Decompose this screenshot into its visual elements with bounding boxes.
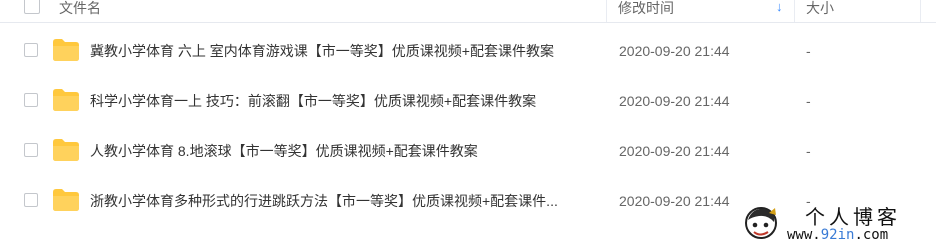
column-divider[interactable]: [920, 0, 921, 22]
file-row[interactable]: 浙教小学体育多种形式的行进跳跃方法【市一等奖】优质课视频+配套课件... 2020…: [0, 176, 936, 226]
column-divider[interactable]: [606, 0, 607, 22]
watermark-url-accent: 92in: [820, 227, 855, 243]
file-name[interactable]: 浙教小学体育多种形式的行进跳跃方法【市一等奖】优质课视频+配套课件...: [90, 192, 558, 210]
column-divider[interactable]: [794, 0, 795, 22]
row-checkbox[interactable]: [24, 43, 38, 57]
file-row[interactable]: 科学小学体育一上 技巧：前滚翻【市一等奖】优质课视频+配套课件教案 2020-09…: [0, 76, 936, 126]
file-name[interactable]: 冀教小学体育 六上 室内体育游戏课【市一等奖】优质课视频+配套课件教案: [90, 42, 554, 60]
file-name[interactable]: 科学小学体育一上 技巧：前滚翻【市一等奖】优质课视频+配套课件教案: [90, 92, 536, 110]
file-size: -: [806, 93, 811, 109]
file-size: -: [806, 143, 811, 159]
watermark-url-prefix: www.: [787, 227, 821, 243]
watermark-url-suffix: .com: [854, 227, 889, 243]
row-checkbox[interactable]: [24, 93, 38, 107]
folder-icon[interactable]: [53, 39, 79, 61]
file-modified-time: 2020-09-20 21:44: [619, 193, 730, 209]
watermark-logo: [742, 204, 780, 242]
file-name[interactable]: 人教小学体育 8.地滚球【市一等奖】优质课视频+配套课件教案: [90, 142, 478, 160]
file-modified-time: 2020-09-20 21:44: [619, 43, 730, 59]
folder-icon[interactable]: [53, 89, 79, 111]
row-checkbox[interactable]: [24, 193, 38, 207]
row-checkbox[interactable]: [24, 143, 38, 157]
watermark-title: 个人博客: [805, 205, 901, 229]
select-all-checkbox[interactable]: [24, 0, 40, 14]
column-header-modified[interactable]: 修改时间: [618, 0, 674, 22]
file-row[interactable]: 冀教小学体育 六上 室内体育游戏课【市一等奖】优质课视频+配套课件教案 2020-…: [0, 26, 936, 76]
column-header-name[interactable]: 文件名: [59, 0, 101, 22]
folder-icon[interactable]: [53, 189, 79, 211]
file-modified-time: 2020-09-20 21:44: [619, 93, 730, 109]
file-row[interactable]: 人教小学体育 8.地滚球【市一等奖】优质课视频+配套课件教案 2020-09-20…: [0, 126, 936, 176]
arrow-down-icon[interactable]: ↓: [776, 0, 783, 14]
folder-icon[interactable]: [53, 139, 79, 161]
column-header-size[interactable]: 大小: [806, 0, 834, 22]
file-list-header: 文件名 修改时间 ↓ 大小: [0, 0, 936, 23]
file-modified-time: 2020-09-20 21:44: [619, 143, 730, 159]
watermark-url: www.92in.com: [787, 227, 888, 243]
file-size: -: [806, 43, 811, 59]
